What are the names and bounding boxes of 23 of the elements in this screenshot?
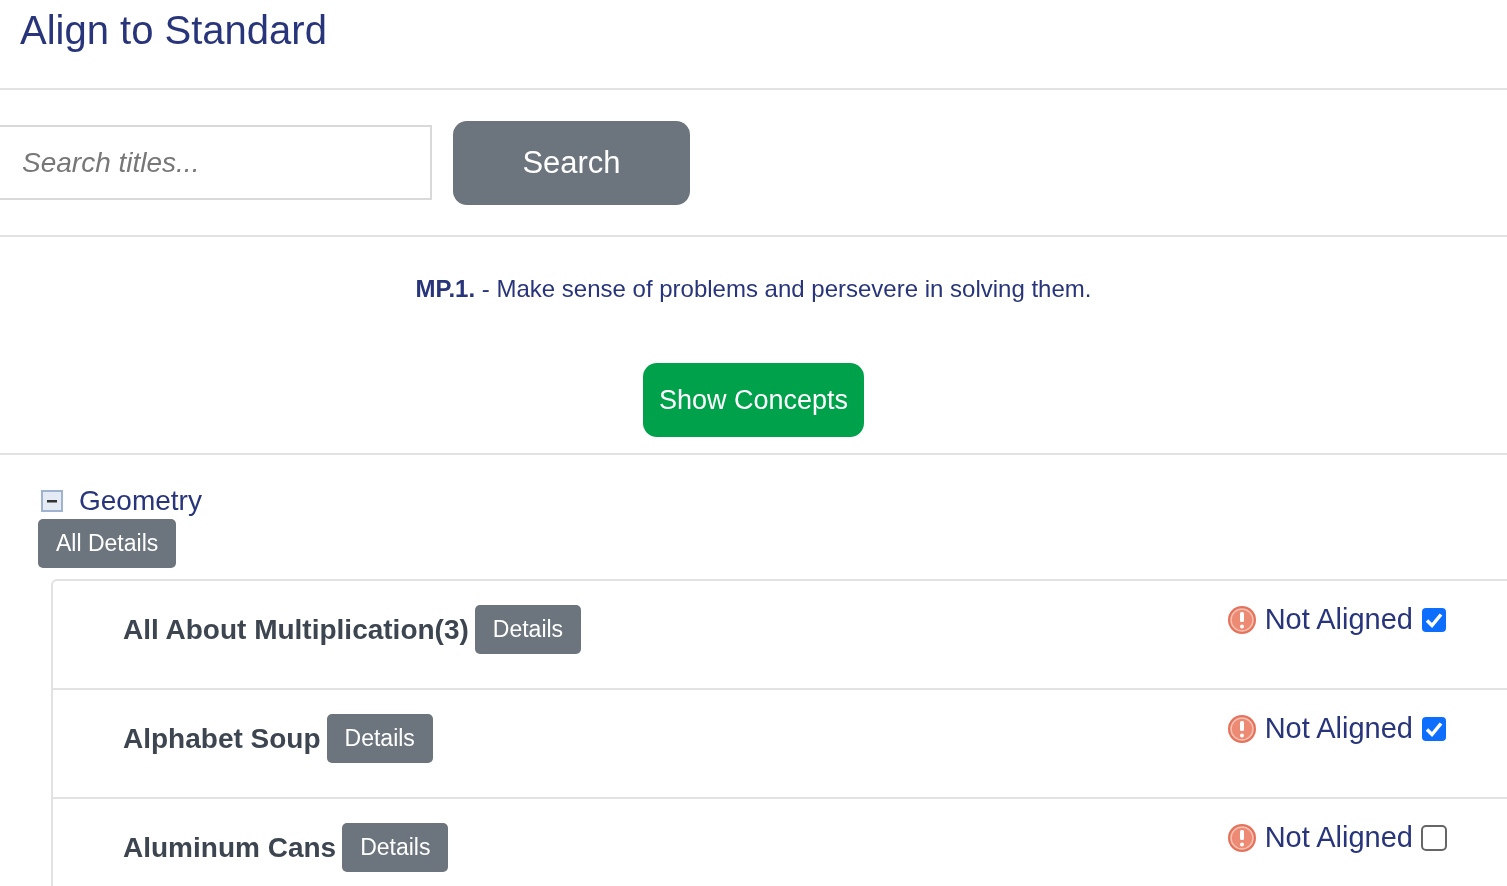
show-concepts-button[interactable]: Show Concepts	[642, 363, 865, 437]
details-button[interactable]: Details	[474, 605, 582, 654]
item-title: Aluminum Cans	[123, 831, 337, 864]
search-button[interactable]: Search	[453, 120, 690, 205]
checkbox[interactable]	[1421, 715, 1447, 742]
status-label: Not Aligned	[1264, 821, 1413, 854]
checkbox[interactable]	[1421, 606, 1447, 633]
details-button[interactable]: Details	[326, 714, 433, 763]
warning-icon	[1226, 713, 1257, 744]
status-label: Not Aligned	[1264, 603, 1413, 636]
warning-icon	[1226, 604, 1257, 635]
warning-icon	[1226, 822, 1257, 853]
all-details-button[interactable]: All Details	[38, 519, 177, 568]
search-field[interactable]: Search titles...	[0, 125, 432, 200]
standard-description: MP.1. - Make sense of problems and persevere in solving them.	[414, 274, 1093, 304]
checkbox[interactable]	[1421, 824, 1447, 851]
category-label[interactable]: Geometry	[79, 485, 202, 517]
status-label: Not Aligned	[1264, 712, 1413, 745]
item-title: All About Multiplication(3)	[123, 613, 469, 646]
page-title: Align to Standard	[19, 7, 328, 54]
details-button[interactable]: Details	[342, 823, 449, 872]
item-title: Alphabet Soup	[123, 722, 321, 755]
collapse-icon[interactable]	[41, 490, 63, 512]
